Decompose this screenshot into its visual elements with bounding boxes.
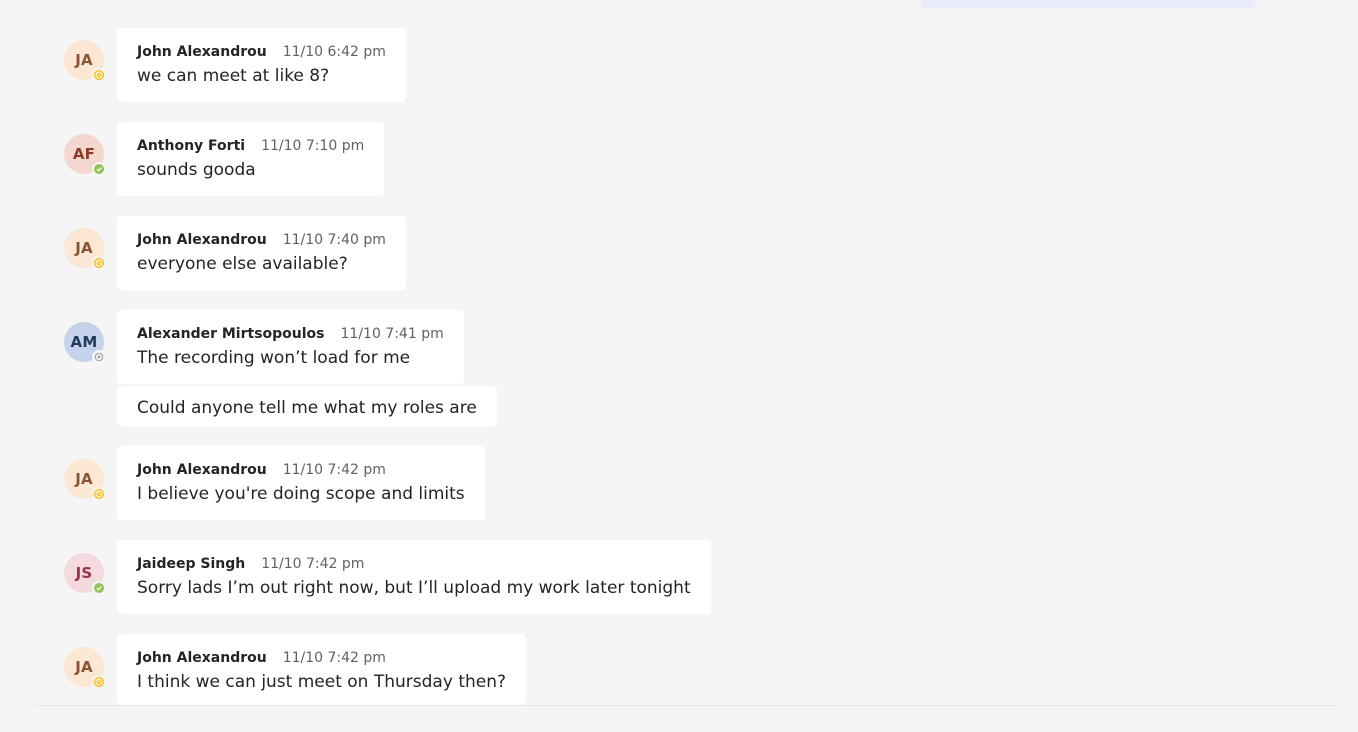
message-timestamp: 11/10 7:42 pm (282, 462, 386, 478)
message-text: we can meet at like 8? (137, 66, 330, 86)
presence-away-icon (92, 487, 106, 501)
avatar-initials: JA (75, 470, 93, 488)
message-timestamp: 11/10 7:41 pm (340, 326, 444, 342)
message-bubble-continuation[interactable]: Could anyone tell me what my roles are (117, 386, 497, 426)
avatar-initials: JS (75, 564, 93, 582)
message-bubble[interactable]: John Alexandrou 11/10 6:42 pm we can meet… (117, 28, 406, 102)
chat-message-list[interactable]: JA John Alexandrou 11/10 6:42 pm we can m… (0, 0, 1358, 732)
avatar[interactable]: JA (64, 40, 106, 82)
avatar-initials: JA (75, 658, 93, 676)
message-text: I believe you're doing scope and limits (137, 484, 465, 504)
message-author: Jaideep Singh (137, 556, 246, 572)
presence-available-icon (92, 162, 106, 176)
avatar[interactable]: JS (64, 553, 106, 595)
message-text: Could anyone tell me what my roles are (137, 398, 477, 418)
message-text: I think we can just meet on Thursday the… (137, 672, 507, 692)
presence-available-icon (92, 581, 106, 595)
avatar-initials: JA (75, 51, 93, 69)
presence-away-icon (92, 68, 106, 82)
compose-area-divider (35, 705, 1338, 706)
avatar-initials: JA (75, 239, 93, 257)
message-header: John Alexandrou 11/10 7:40 pm (137, 230, 386, 250)
presence-away-icon (92, 675, 106, 689)
avatar-initials: AM (70, 333, 98, 351)
avatar[interactable]: AM (64, 322, 106, 364)
message-bubble[interactable]: Alexander Mirtsopoulos 11/10 7:41 pm The … (117, 310, 464, 384)
presence-away-icon (92, 256, 106, 270)
message-bubble[interactable]: John Alexandrou 11/10 7:42 pm I think we … (117, 634, 527, 705)
message-timestamp: 11/10 7:40 pm (282, 232, 386, 248)
message-text: The recording won’t load for me (137, 348, 411, 368)
message-timestamp: 11/10 7:10 pm (261, 138, 365, 154)
message-author: John Alexandrou (137, 44, 267, 60)
avatar[interactable]: JA (64, 459, 106, 501)
message-text: everyone else available? (137, 254, 348, 274)
message-text: Sorry lads I’m out right now, but I’ll u… (137, 578, 691, 598)
message-author: John Alexandrou (137, 462, 267, 478)
message-timestamp: 11/10 6:42 pm (282, 44, 386, 60)
message-bubble[interactable]: Anthony Forti 11/10 7:10 pm sounds gooda (117, 122, 385, 196)
avatar[interactable]: JA (64, 647, 106, 689)
message-header: Jaideep Singh 11/10 7:42 pm (137, 554, 691, 574)
message-header: Alexander Mirtsopoulos 11/10 7:41 pm (137, 324, 444, 344)
presence-offline-icon (92, 350, 106, 364)
message-bubble[interactable]: John Alexandrou 11/10 7:42 pm I believe y… (117, 446, 485, 520)
message-author: John Alexandrou (137, 650, 267, 666)
own-message-bubble-edge[interactable] (921, 0, 1257, 8)
avatar[interactable]: AF (64, 134, 106, 176)
message-header: Anthony Forti 11/10 7:10 pm (137, 136, 364, 156)
message-bubble[interactable]: John Alexandrou 11/10 7:40 pm everyone el… (117, 216, 406, 290)
avatar[interactable]: JA (64, 228, 106, 270)
message-author: Alexander Mirtsopoulos (137, 326, 325, 342)
message-text: sounds gooda (137, 160, 256, 180)
message-author: John Alexandrou (137, 232, 267, 248)
message-timestamp: 11/10 7:42 pm (261, 556, 365, 572)
message-header: John Alexandrou 11/10 7:42 pm (137, 648, 506, 668)
message-header: John Alexandrou 11/10 7:42 pm (137, 460, 465, 480)
message-bubble[interactable]: Jaideep Singh 11/10 7:42 pm Sorry lads I’… (117, 540, 711, 614)
message-timestamp: 11/10 7:42 pm (282, 650, 386, 666)
message-author: Anthony Forti (137, 138, 246, 154)
avatar-initials: AF (72, 145, 96, 163)
message-header: John Alexandrou 11/10 6:42 pm (137, 42, 386, 62)
